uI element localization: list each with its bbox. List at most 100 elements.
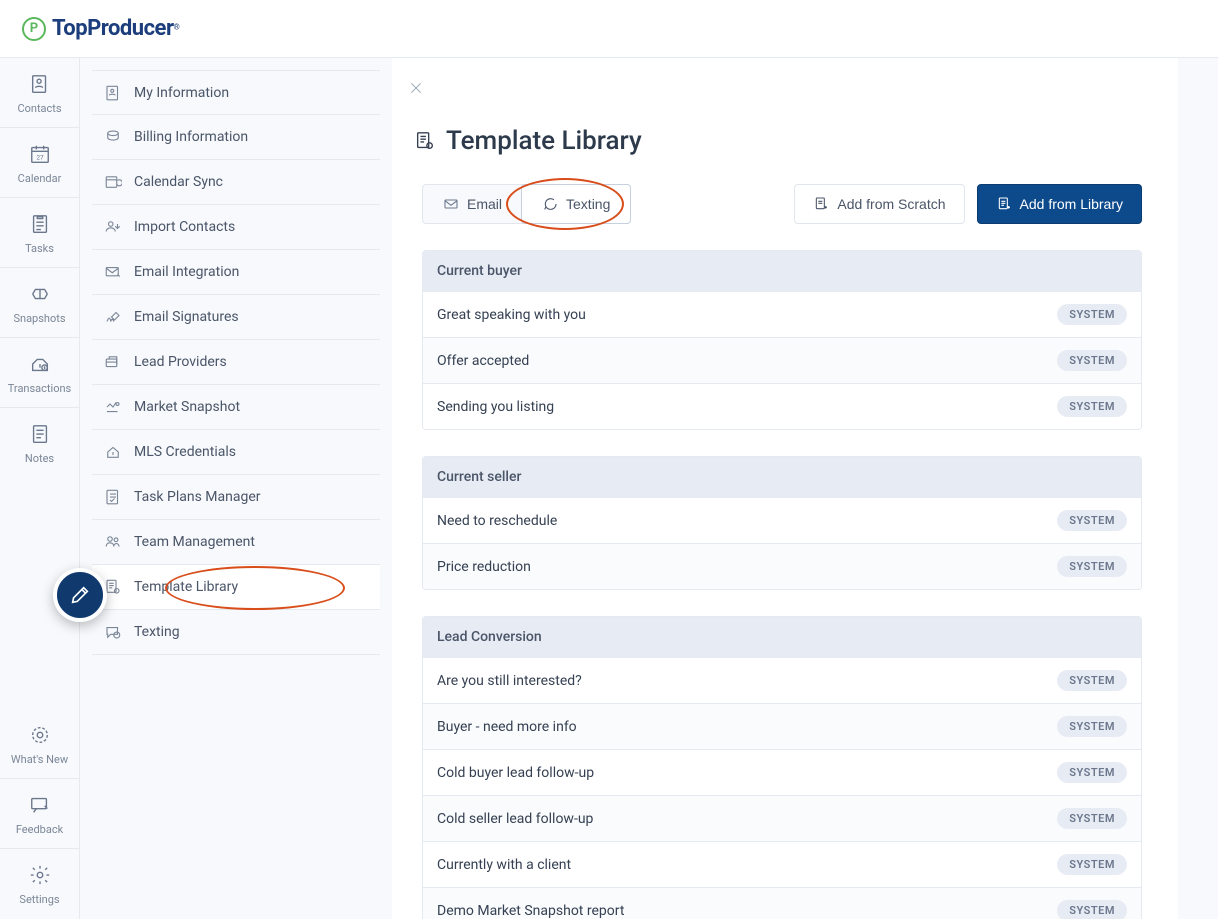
system-badge: SYSTEM (1057, 396, 1127, 417)
settings-item-label: Texting (134, 624, 180, 640)
svg-text:27: 27 (36, 153, 44, 161)
template-row[interactable]: Buyer - need more info SYSTEM (423, 703, 1141, 749)
template-name: Demo Market Snapshot report (437, 903, 624, 919)
import-icon (104, 218, 122, 236)
template-row[interactable]: Sending you listingSYSTEM (423, 383, 1141, 429)
template-group-header: Current buyer (423, 251, 1141, 291)
person-card-icon (104, 84, 122, 102)
system-badge: SYSTEM (1057, 510, 1127, 531)
settings-item-label: Import Contacts (134, 219, 235, 235)
settings-item-email-integration[interactable]: Email Integration (92, 250, 380, 295)
content-pane: Template Library Email Texting Add from … (392, 58, 1178, 919)
email-integration-icon (104, 263, 122, 281)
settings-item-my-information[interactable]: My Information (92, 70, 380, 115)
page-title: Template Library (446, 126, 642, 156)
system-badge: SYSTEM (1057, 670, 1127, 691)
nav-snapshots[interactable]: Snapshots (0, 268, 79, 338)
settings-item-import-contacts[interactable]: Import Contacts (92, 205, 380, 250)
settings-item-mls-credentials[interactable]: MLS Credentials (92, 430, 380, 475)
calendar-sync-icon (104, 173, 122, 191)
nav-notes[interactable]: Notes (0, 408, 79, 478)
template-row[interactable]: Are you still interested? SYSTEM (423, 657, 1141, 703)
right-gutter (1178, 58, 1218, 919)
page-title-row: Template Library (414, 126, 1142, 156)
system-badge: SYSTEM (1057, 854, 1127, 875)
settings-item-lead-providers[interactable]: Lead Providers (92, 340, 380, 385)
settings-item-label: Email Integration (134, 264, 239, 280)
chat-icon (542, 196, 558, 212)
brand-mark-icon: P (22, 17, 46, 41)
tab-email[interactable]: Email (423, 185, 522, 223)
mls-icon (104, 443, 122, 461)
close-button[interactable] (404, 76, 428, 100)
signature-icon (104, 308, 122, 326)
nav-settings[interactable]: Settings (0, 849, 79, 919)
lead-providers-icon (104, 353, 122, 371)
template-name: Need to reschedule (437, 513, 557, 529)
nav-tasks[interactable]: Tasks (0, 198, 79, 268)
settings-item-team-management[interactable]: Team Management (92, 520, 380, 565)
pencil-icon (69, 584, 91, 606)
settings-item-label: Market Snapshot (134, 399, 240, 415)
template-type-tabs: Email Texting (422, 184, 631, 224)
calendar-icon: 27 (27, 141, 53, 167)
nav-transactions[interactable]: Transactions (0, 338, 79, 408)
settings-item-label: Lead Providers (134, 354, 227, 370)
settings-item-label: Task Plans Manager (134, 489, 261, 505)
market-snapshot-icon (104, 398, 122, 416)
tab-texting[interactable]: Texting (521, 184, 631, 224)
template-name: Great speaking with you (437, 307, 586, 323)
feedback-icon (27, 792, 53, 818)
template-row[interactable]: Cold buyer lead follow-up SYSTEM (423, 749, 1141, 795)
template-row[interactable]: Great speaking with you SYSTEM (423, 291, 1141, 337)
template-row[interactable]: Offer acceptedSYSTEM (423, 337, 1141, 383)
settings-item-email-signatures[interactable]: Email Signatures (92, 295, 380, 340)
template-row[interactable]: Demo Market Snapshot report SYSTEM (423, 887, 1141, 919)
settings-panel: My Information Billing Information Calen… (80, 58, 392, 919)
system-badge: SYSTEM (1057, 716, 1127, 737)
system-badge: SYSTEM (1057, 304, 1127, 325)
settings-item-texting[interactable]: Texting (92, 610, 380, 655)
settings-item-label: Template Library (134, 579, 238, 595)
settings-item-market-snapshot[interactable]: Market Snapshot (92, 385, 380, 430)
template-name: Cold buyer lead follow-up (437, 765, 594, 781)
settings-item-label: Team Management (134, 534, 255, 550)
transactions-icon (27, 351, 53, 377)
settings-item-billing[interactable]: Billing Information (92, 115, 380, 160)
doc-library-icon (996, 196, 1012, 212)
template-name: Are you still interested? (437, 673, 582, 689)
toolbar: Email Texting Add from Scratch Add from … (422, 184, 1142, 224)
texting-icon (104, 623, 122, 641)
tasks-icon (27, 211, 53, 237)
settings-item-template-library[interactable]: Template Library (92, 565, 380, 610)
template-name: Buyer - need more info (437, 719, 577, 735)
add-from-scratch-button[interactable]: Add from Scratch (794, 184, 964, 224)
settings-item-label: Email Signatures (134, 309, 239, 325)
nav-whats-new[interactable]: What's New (0, 709, 79, 779)
template-group: Current sellerNeed to rescheduleSYSTEMPr… (422, 456, 1142, 590)
template-row[interactable]: Need to reschedule SYSTEM (423, 497, 1141, 543)
doc-plus-icon (813, 196, 829, 212)
settings-item-task-plans[interactable]: Task Plans Manager (92, 475, 380, 520)
compose-fab[interactable] (53, 568, 107, 622)
whats-new-icon (27, 722, 53, 748)
system-badge: SYSTEM (1057, 900, 1127, 919)
template-row[interactable]: Currently with a clientSYSTEM (423, 841, 1141, 887)
close-icon (408, 80, 424, 96)
notes-icon (27, 421, 53, 447)
add-from-library-button[interactable]: Add from Library (977, 184, 1142, 224)
nav-contacts[interactable]: Contacts (0, 58, 79, 128)
template-row[interactable]: Price reductionSYSTEM (423, 543, 1141, 589)
settings-item-calendar-sync[interactable]: Calendar Sync (92, 160, 380, 205)
brand-name: TopProducer (52, 16, 174, 41)
nav-feedback[interactable]: Feedback (0, 779, 79, 849)
nav-rail: Contacts 27 Calendar Tasks Snapshots Tra… (0, 58, 80, 919)
system-badge: SYSTEM (1057, 762, 1127, 783)
nav-calendar[interactable]: 27 Calendar (0, 128, 79, 198)
snapshots-icon (27, 281, 53, 307)
template-name: Offer accepted (437, 353, 529, 369)
settings-item-label: MLS Credentials (134, 444, 236, 460)
contacts-icon (27, 71, 53, 97)
system-badge: SYSTEM (1057, 808, 1127, 829)
template-row[interactable]: Cold seller lead follow-upSYSTEM (423, 795, 1141, 841)
